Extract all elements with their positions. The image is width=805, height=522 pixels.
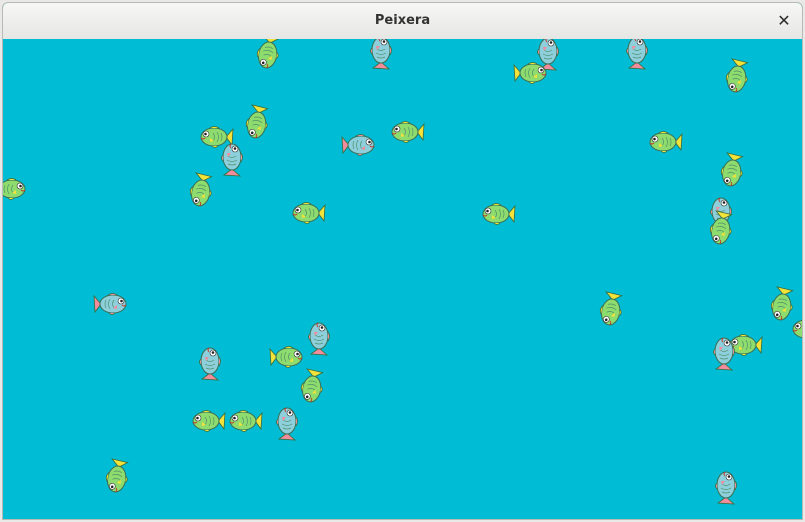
green-fish-icon xyxy=(391,121,425,143)
green-fish-icon xyxy=(792,319,802,339)
green-fish-icon xyxy=(256,39,280,69)
green-fish-icon xyxy=(269,346,303,368)
green-fish-icon xyxy=(3,178,26,200)
blue-fish-icon xyxy=(713,337,735,371)
green-fish-icon xyxy=(709,210,733,245)
green-fish-icon xyxy=(192,410,226,432)
green-fish-icon xyxy=(649,131,683,153)
green-fish-icon xyxy=(245,104,269,139)
blue-fish-icon xyxy=(715,471,737,505)
blue-fish-icon xyxy=(308,322,330,356)
green-fish-icon xyxy=(482,203,516,225)
blue-fish-icon xyxy=(93,293,127,315)
green-fish-icon xyxy=(229,410,263,432)
green-fish-icon xyxy=(189,172,213,207)
title-bar[interactable]: Peixera ✕ xyxy=(3,3,802,40)
blue-fish-icon xyxy=(370,39,392,70)
green-fish-icon xyxy=(105,458,129,493)
blue-fish-icon xyxy=(626,39,648,70)
blue-fish-icon xyxy=(221,143,243,177)
green-fish-icon xyxy=(292,202,326,224)
close-button[interactable]: ✕ xyxy=(774,11,794,31)
blue-fish-icon xyxy=(276,407,298,441)
blue-fish-icon xyxy=(341,134,375,156)
window-title: Peixera xyxy=(374,13,431,28)
blue-fish-icon xyxy=(199,347,221,381)
app-window: Peixera ✕ xyxy=(2,2,803,520)
green-fish-icon xyxy=(599,291,623,326)
green-fish-icon xyxy=(300,368,324,403)
green-fish-icon xyxy=(720,152,744,187)
green-fish-icon xyxy=(725,58,749,93)
aquarium-canvas xyxy=(3,39,802,519)
green-fish-icon xyxy=(513,62,547,84)
